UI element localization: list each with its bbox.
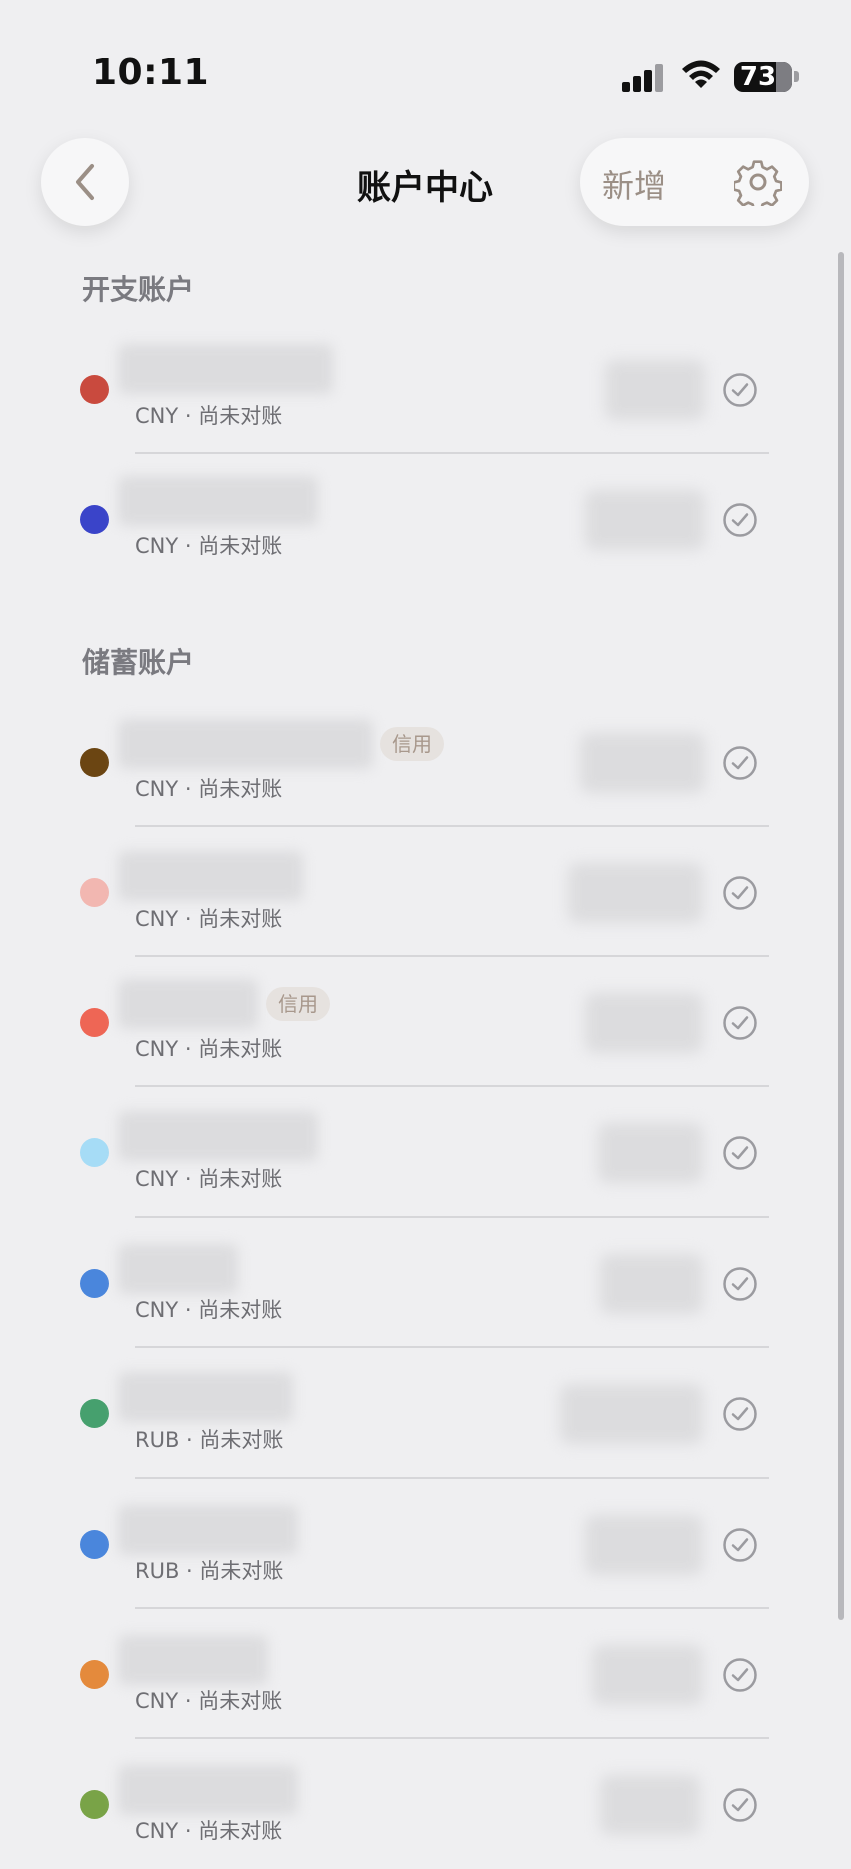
account-balance-redacted <box>585 993 703 1053</box>
check-circle-icon[interactable] <box>722 372 758 408</box>
account-balance-redacted <box>600 1775 700 1835</box>
credit-tag: 信用 <box>266 987 330 1021</box>
scrollbar[interactable] <box>838 252 844 1620</box>
account-subtitle: RUB · 尚未对账 <box>135 1428 284 1452</box>
account-balance-redacted <box>600 1254 703 1314</box>
nav-actions-pill: 新增 <box>580 138 809 226</box>
battery-icon: 73 <box>734 62 792 92</box>
check-circle-icon[interactable] <box>722 1657 758 1693</box>
account-name-redacted <box>118 1111 318 1161</box>
battery-cap <box>794 71 799 82</box>
account-subtitle: CNY · 尚未对账 <box>135 534 283 558</box>
page-title: 账户中心 <box>357 168 493 208</box>
account-name-redacted <box>118 851 303 901</box>
account-subtitle: CNY · 尚未对账 <box>135 1298 283 1322</box>
account-balance-redacted <box>580 733 705 793</box>
account-subtitle: CNY · 尚未对账 <box>135 1819 283 1843</box>
status-bar: 10:11 73 <box>0 0 851 110</box>
status-time: 10:11 <box>92 52 210 93</box>
check-circle-icon[interactable] <box>722 1527 758 1563</box>
account-color-dot <box>80 375 109 404</box>
account-name-redacted <box>118 1765 298 1815</box>
account-subtitle: CNY · 尚未对账 <box>135 777 283 801</box>
gear-icon[interactable] <box>734 158 782 206</box>
account-color-dot <box>80 1269 109 1298</box>
check-circle-icon[interactable] <box>722 502 758 538</box>
chevron-left-icon <box>76 164 94 200</box>
account-balance-redacted <box>560 1384 703 1444</box>
account-name-redacted <box>118 1244 238 1294</box>
section-title-savings: 储蓄账户 <box>82 646 195 679</box>
account-balance-redacted <box>568 863 703 923</box>
account-row[interactable]: CNY · 尚未对账 <box>0 454 790 584</box>
account-color-dot <box>80 1660 109 1689</box>
account-row[interactable]: CNY · 尚未对账 <box>0 1087 790 1217</box>
account-subtitle: CNY · 尚未对账 <box>135 404 283 428</box>
check-circle-icon[interactable] <box>722 1266 758 1302</box>
account-name-redacted <box>118 719 373 769</box>
account-color-dot <box>80 1790 109 1819</box>
account-subtitle: RUB · 尚未对账 <box>135 1559 284 1583</box>
account-subtitle: CNY · 尚未对账 <box>135 907 283 931</box>
account-row[interactable]: CNY · 尚未对账 <box>0 827 790 957</box>
account-name-redacted <box>118 1505 298 1555</box>
account-color-dot <box>80 1138 109 1167</box>
account-name-redacted <box>118 979 258 1029</box>
account-row[interactable]: RUB · 尚未对账 <box>0 1479 790 1609</box>
account-color-dot <box>80 505 109 534</box>
account-color-dot <box>80 1008 109 1037</box>
check-circle-icon[interactable] <box>722 1787 758 1823</box>
account-subtitle: CNY · 尚未对账 <box>135 1167 283 1191</box>
account-color-dot <box>80 1530 109 1559</box>
account-row[interactable]: RUB · 尚未对账 <box>0 1348 790 1478</box>
add-button[interactable]: 新增 <box>602 161 666 207</box>
account-balance-redacted <box>605 360 705 420</box>
check-circle-icon[interactable] <box>722 745 758 781</box>
cellular-signal-icon <box>622 62 666 92</box>
account-row[interactable]: CNY · 尚未对账 <box>0 1218 790 1348</box>
account-subtitle: CNY · 尚未对账 <box>135 1037 283 1061</box>
account-row[interactable]: 信用 CNY · 尚未对账 <box>0 697 790 827</box>
check-circle-icon[interactable] <box>722 1396 758 1432</box>
account-row[interactable]: CNY · 尚未对账 <box>0 324 790 454</box>
account-row[interactable]: 信用 CNY · 尚未对账 <box>0 957 790 1087</box>
account-balance-redacted <box>598 1123 703 1183</box>
account-row[interactable]: CNY · 尚未对账 <box>0 1739 790 1869</box>
account-color-dot <box>80 1399 109 1428</box>
account-name-redacted <box>118 1372 293 1422</box>
account-row[interactable]: CNY · 尚未对账 <box>0 1609 790 1739</box>
check-circle-icon[interactable] <box>722 1135 758 1171</box>
account-subtitle: CNY · 尚未对账 <box>135 1689 283 1713</box>
account-name-redacted <box>118 344 333 394</box>
check-circle-icon[interactable] <box>722 875 758 911</box>
account-color-dot <box>80 748 109 777</box>
account-color-dot <box>80 878 109 907</box>
account-name-redacted <box>118 1635 268 1685</box>
account-balance-redacted <box>585 490 705 550</box>
wifi-icon <box>682 60 720 88</box>
battery-level: 73 <box>739 62 777 92</box>
section-title-expense: 开支账户 <box>82 273 195 306</box>
check-circle-icon[interactable] <box>722 1005 758 1041</box>
back-button[interactable] <box>41 138 129 226</box>
account-balance-redacted <box>585 1515 703 1575</box>
account-name-redacted <box>118 476 318 526</box>
credit-tag: 信用 <box>380 727 444 761</box>
account-balance-redacted <box>592 1645 703 1705</box>
